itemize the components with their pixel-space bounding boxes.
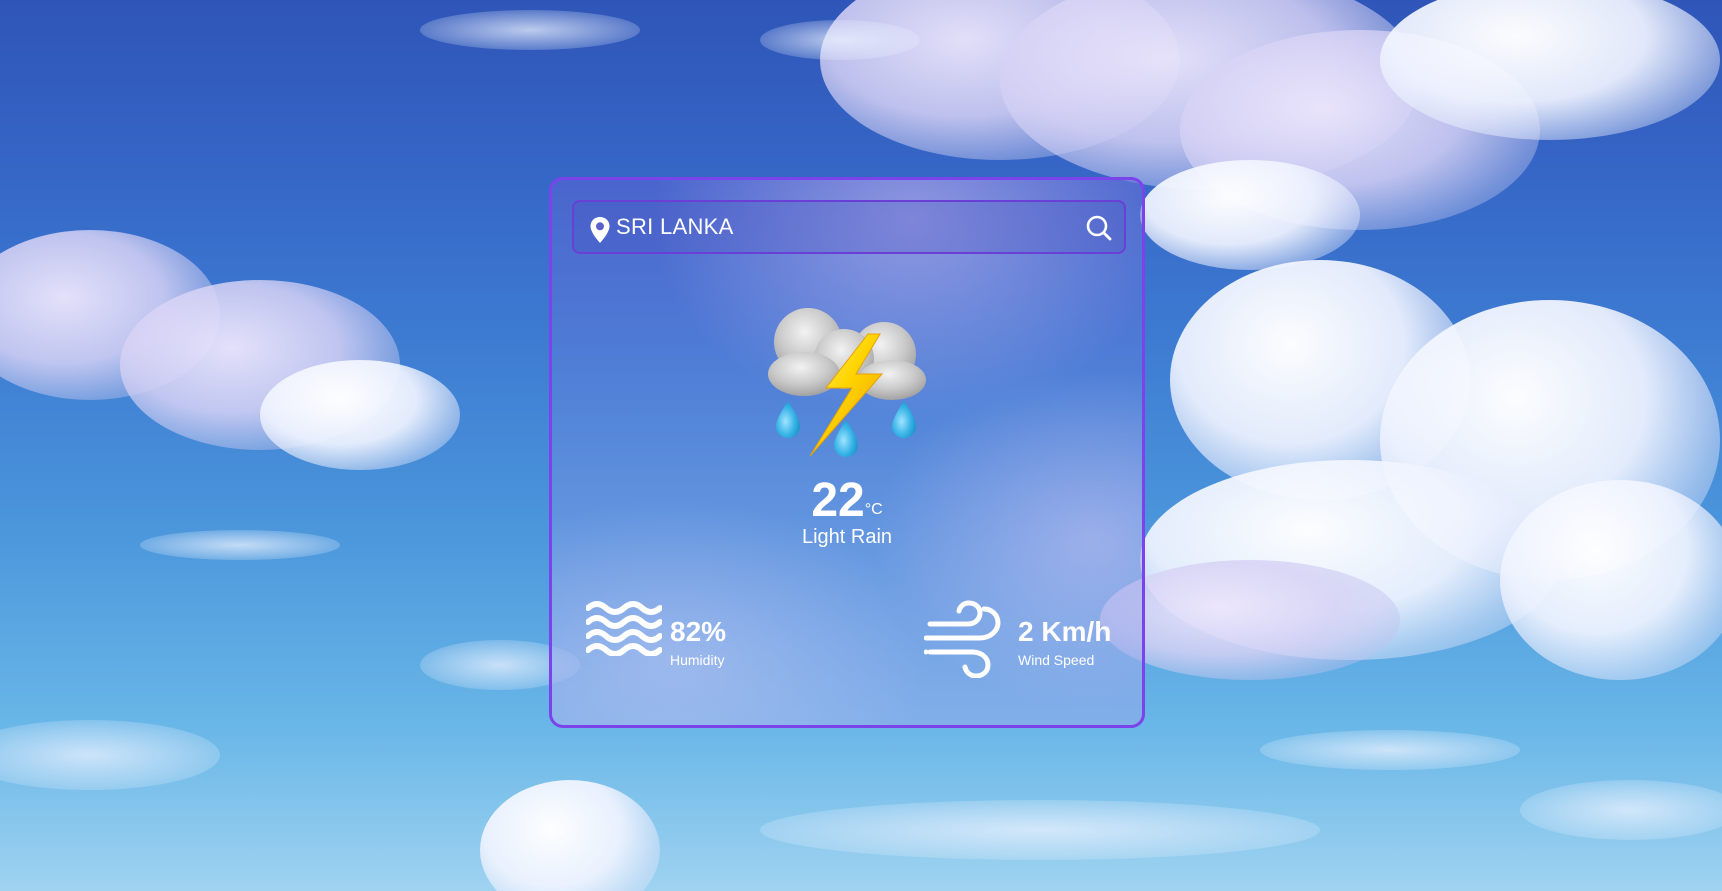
location-search-box: SRI LANKA	[572, 200, 1126, 254]
temperature: 22°C	[552, 475, 1142, 527]
thunderstorm-rain-icon	[768, 308, 926, 457]
humidity-value: 82%	[670, 616, 727, 647]
water-waves-icon	[586, 601, 662, 656]
weather-card: SRI LANKA 22°C Light Rain 82% Humidity 2…	[549, 177, 1145, 728]
search-icon[interactable]	[1084, 213, 1114, 243]
wind-speed-label: Wind Speed	[1018, 652, 1095, 668]
wind-icon	[924, 600, 1001, 678]
temperature-value: 22	[811, 474, 865, 527]
weather-condition: Light Rain	[801, 526, 893, 548]
location-input[interactable]: SRI LANKA	[616, 214, 734, 240]
humidity-stat: 82% Humidity	[586, 600, 806, 680]
wind-speed-value: 2 Km/h	[1018, 616, 1112, 647]
temperature-unit: °C	[864, 501, 883, 518]
humidity-label: Humidity	[670, 652, 725, 668]
map-pin-icon	[590, 217, 610, 243]
wind-stat: 2 Km/h Wind Speed	[924, 600, 1134, 680]
